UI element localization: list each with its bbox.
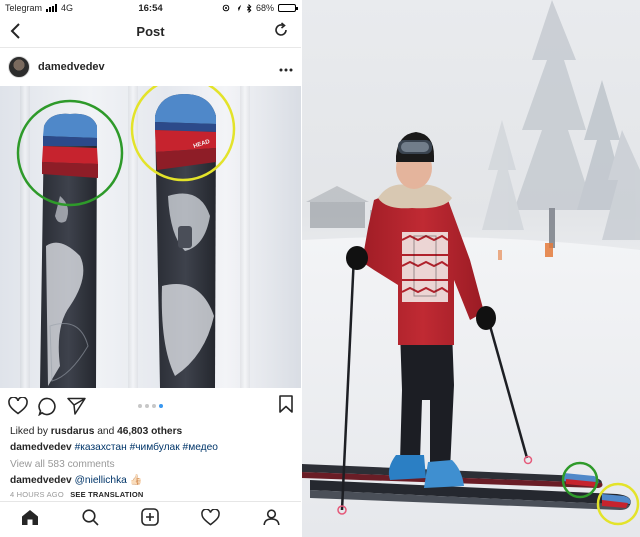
likes-prefix: Liked by [10, 426, 48, 437]
post-username[interactable]: damedvedev [38, 61, 105, 73]
battery-label: 68% [255, 3, 274, 13]
network-label: 4G [61, 3, 74, 13]
refresh-icon [275, 22, 287, 36]
bluetooth-icon [246, 3, 252, 13]
like-button[interactable] [8, 397, 28, 415]
orange-marker [545, 243, 553, 257]
more-button[interactable] [279, 60, 293, 75]
caption: damedvedev #казахстан #чимбулак #медео [10, 440, 295, 456]
more-icon [279, 68, 293, 71]
hashtag[interactable]: #чимбулак [130, 442, 180, 453]
carousel-dot [145, 404, 149, 408]
right-ski: HEAD [155, 94, 216, 388]
left-ski [40, 113, 98, 388]
signal-icon [46, 4, 58, 12]
comment-button[interactable] [38, 397, 57, 416]
send-icon [67, 397, 86, 415]
carousel-dot [159, 404, 163, 408]
tab-search[interactable] [81, 508, 99, 531]
tab-profile[interactable] [263, 508, 280, 531]
battery-icon [278, 4, 298, 12]
nav-bar: Post [0, 16, 301, 48]
share-button[interactable] [67, 397, 86, 415]
post-meta: Liked by rusdarus and 46,803 others dame… [10, 424, 295, 501]
instagram-post-screenshot: Telegram 4G 16:54 68% Post damedvedev HE… [0, 0, 301, 537]
profile-icon [263, 508, 280, 525]
orange-marker [498, 250, 502, 260]
hashtag[interactable]: #медео [183, 442, 218, 453]
add-icon [141, 508, 159, 526]
comment-icon [38, 397, 56, 416]
likes-and: and [97, 426, 115, 437]
see-translation-link[interactable]: SEE TRANSLATION [70, 490, 143, 499]
home-icon [22, 509, 39, 525]
arrow-icon [234, 4, 242, 12]
tab-home[interactable] [21, 509, 39, 531]
carousel-dot [138, 404, 142, 408]
bottom-tab-bar [0, 501, 301, 537]
location-icon [222, 4, 230, 12]
tab-add[interactable] [141, 508, 159, 531]
heart-icon [201, 507, 221, 526]
tab-activity[interactable] [201, 507, 221, 531]
skis-illustration: HEAD [16, 86, 236, 388]
post-time: 4 HOURS AGO [10, 490, 64, 500]
heart-icon [8, 397, 28, 415]
post-photo-skis[interactable]: HEAD [0, 86, 301, 388]
chevron-left-icon [10, 23, 20, 39]
skier-scene [302, 0, 640, 537]
post-header: damedvedev [0, 48, 301, 86]
carousel-dot [152, 404, 156, 408]
caption-username[interactable]: damedvedev [10, 442, 72, 453]
avatar[interactable] [8, 56, 30, 78]
carrier-label: Telegram [5, 3, 43, 13]
back-button[interactable] [10, 22, 22, 45]
comment-username[interactable]: damedvedev [10, 475, 72, 486]
skier-photo [302, 0, 640, 537]
save-button[interactable] [279, 394, 293, 418]
bookmark-icon [279, 394, 293, 413]
refresh-button[interactable] [273, 22, 289, 43]
liked-by-user[interactable]: rusdarus [51, 426, 95, 437]
search-icon [81, 508, 99, 526]
thumbs-up-emoji: 👍🏻 [129, 474, 143, 486]
hashtag[interactable]: #казахстан [75, 442, 127, 453]
status-bar: Telegram 4G 16:54 68% [0, 0, 301, 16]
likes-line: Liked by rusdarus and 46,803 others [10, 424, 295, 440]
comment: damedvedev @niellichka 👍🏻 [10, 473, 295, 489]
timestamp-line: 4 HOURS AGO SEE TRANSLATION [10, 489, 295, 501]
snowy-trees [482, 0, 640, 248]
post-actions [0, 388, 301, 424]
comment-mention[interactable]: @niellichka [75, 475, 127, 486]
view-comments-link[interactable]: View all 583 comments [10, 457, 295, 473]
likes-count[interactable]: 46,803 others [117, 426, 182, 437]
page-title: Post [136, 24, 165, 39]
